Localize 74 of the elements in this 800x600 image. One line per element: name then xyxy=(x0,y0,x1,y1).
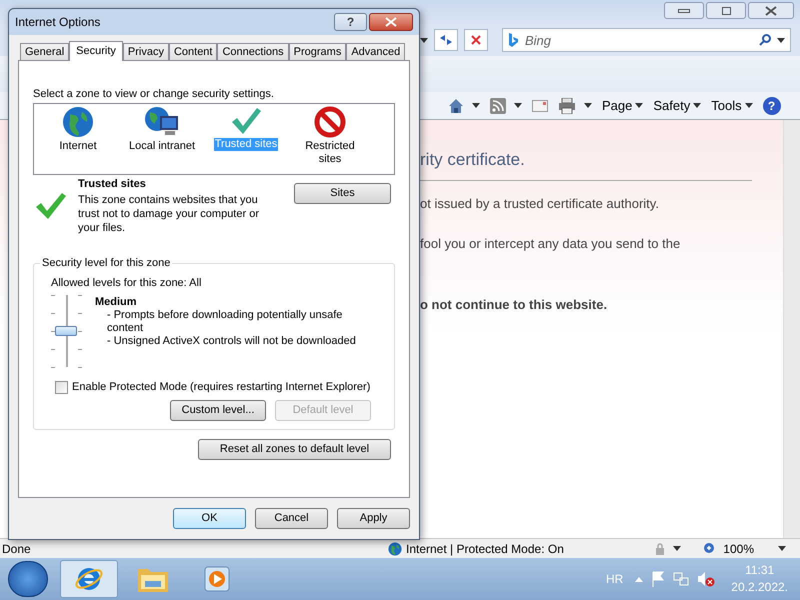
caret-icon[interactable] xyxy=(777,38,785,42)
restore-button[interactable] xyxy=(706,2,746,19)
level-name: Medium xyxy=(95,295,138,309)
page-text: ot issued by a trusted certificate authority. xyxy=(420,195,660,213)
search-field[interactable]: Bing xyxy=(502,28,791,52)
level-detail: - Prompts before downloading potentially unsafe content xyxy=(107,309,344,335)
allowed-levels: Allowed levels for this zone: All xyxy=(51,276,202,290)
caret-icon[interactable] xyxy=(514,103,522,108)
start-button[interactable] xyxy=(8,561,48,597)
checkmark-icon xyxy=(230,106,262,136)
zone-item[interactable]: Local intranet xyxy=(128,140,196,153)
slider-thumb[interactable] xyxy=(55,326,77,336)
page-heading: rity certificate. xyxy=(420,150,526,170)
muted-speaker-icon[interactable] xyxy=(697,571,716,587)
page-warning: o not continue to this website. xyxy=(420,296,608,314)
mail-icon[interactable] xyxy=(532,100,548,112)
tab[interactable]: Connections xyxy=(217,43,289,60)
tab[interactable]: Security xyxy=(69,41,123,61)
tab[interactable]: Advanced xyxy=(346,43,406,60)
group-legend: Security level for this zone xyxy=(40,256,172,270)
home-icon[interactable] xyxy=(448,98,464,114)
custom-level-button[interactable]: Custom level... xyxy=(170,400,266,420)
apply-button[interactable]: Apply xyxy=(337,508,410,529)
zone-prompt: Select a zone to view or change security settings. xyxy=(33,87,275,101)
zoom-level[interactable]: 100% xyxy=(723,540,754,558)
caret-icon[interactable] xyxy=(744,103,753,108)
toolbar-menu[interactable]: Safety xyxy=(653,96,690,116)
cancel-button[interactable]: Cancel xyxy=(255,508,328,529)
security-slider[interactable] xyxy=(51,295,83,367)
tab[interactable]: Privacy xyxy=(122,43,169,60)
caret-icon[interactable] xyxy=(635,103,644,108)
caret-icon[interactable] xyxy=(472,103,480,108)
caret-icon[interactable] xyxy=(584,103,592,108)
page-text: fool you or intercept any data you send to the xyxy=(420,234,682,253)
tab[interactable]: Content xyxy=(168,43,218,60)
zone-name: Trusted sites xyxy=(78,177,147,191)
refresh-icon[interactable] xyxy=(439,34,453,46)
help-button[interactable]: ? xyxy=(762,96,781,114)
browser-taskbar-button[interactable] xyxy=(60,560,118,598)
zone-item[interactable]: Restricted sites xyxy=(302,140,358,166)
checkbox[interactable] xyxy=(55,380,68,394)
tab[interactable]: General xyxy=(20,43,70,60)
caret-icon[interactable] xyxy=(693,103,702,108)
toolbar-menu[interactable]: Tools xyxy=(711,96,742,116)
checkbox-label[interactable]: Enable Protected Mode (requires restarting Internet Explorer) xyxy=(72,379,370,396)
ok-button[interactable]: OK xyxy=(173,508,246,529)
zone-status: Internet | Protected Mode: On xyxy=(406,540,564,558)
prohibited-icon xyxy=(314,106,346,138)
zone-item[interactable]: Internet xyxy=(58,140,98,153)
globe-icon xyxy=(388,542,402,556)
close-icon[interactable] xyxy=(765,6,777,16)
printer-icon[interactable] xyxy=(558,98,576,114)
window-title: Internet Options xyxy=(15,14,100,31)
scrollbar[interactable] xyxy=(783,120,800,538)
level-detail: - Unsigned ActiveX controls will not be downloaded xyxy=(107,335,357,348)
globe-computer-icon xyxy=(144,106,180,138)
tab[interactable]: Programs xyxy=(288,43,346,60)
checkmark-icon xyxy=(35,191,67,221)
feed-icon[interactable] xyxy=(490,98,506,114)
play-icon xyxy=(203,565,231,593)
minimize-button[interactable] xyxy=(664,2,704,19)
caret-icon[interactable] xyxy=(673,546,682,551)
toolbar-menu[interactable]: Page xyxy=(602,96,632,116)
help-button[interactable]: ? xyxy=(334,13,367,31)
caret-icon[interactable] xyxy=(778,546,786,551)
status-text: Done xyxy=(1,540,32,558)
reset-zones-button[interactable]: Reset all zones to default level xyxy=(198,438,391,460)
sites-button[interactable]: Sites xyxy=(294,183,391,204)
stop-icon[interactable] xyxy=(471,35,481,45)
bing-logo-icon xyxy=(508,33,518,47)
zone-description: This zone contains websites that you trust not to damage your computer or your files. xyxy=(78,193,260,235)
search-icon[interactable] xyxy=(759,34,771,46)
globe-icon xyxy=(62,106,94,138)
caret-icon[interactable] xyxy=(420,38,428,42)
